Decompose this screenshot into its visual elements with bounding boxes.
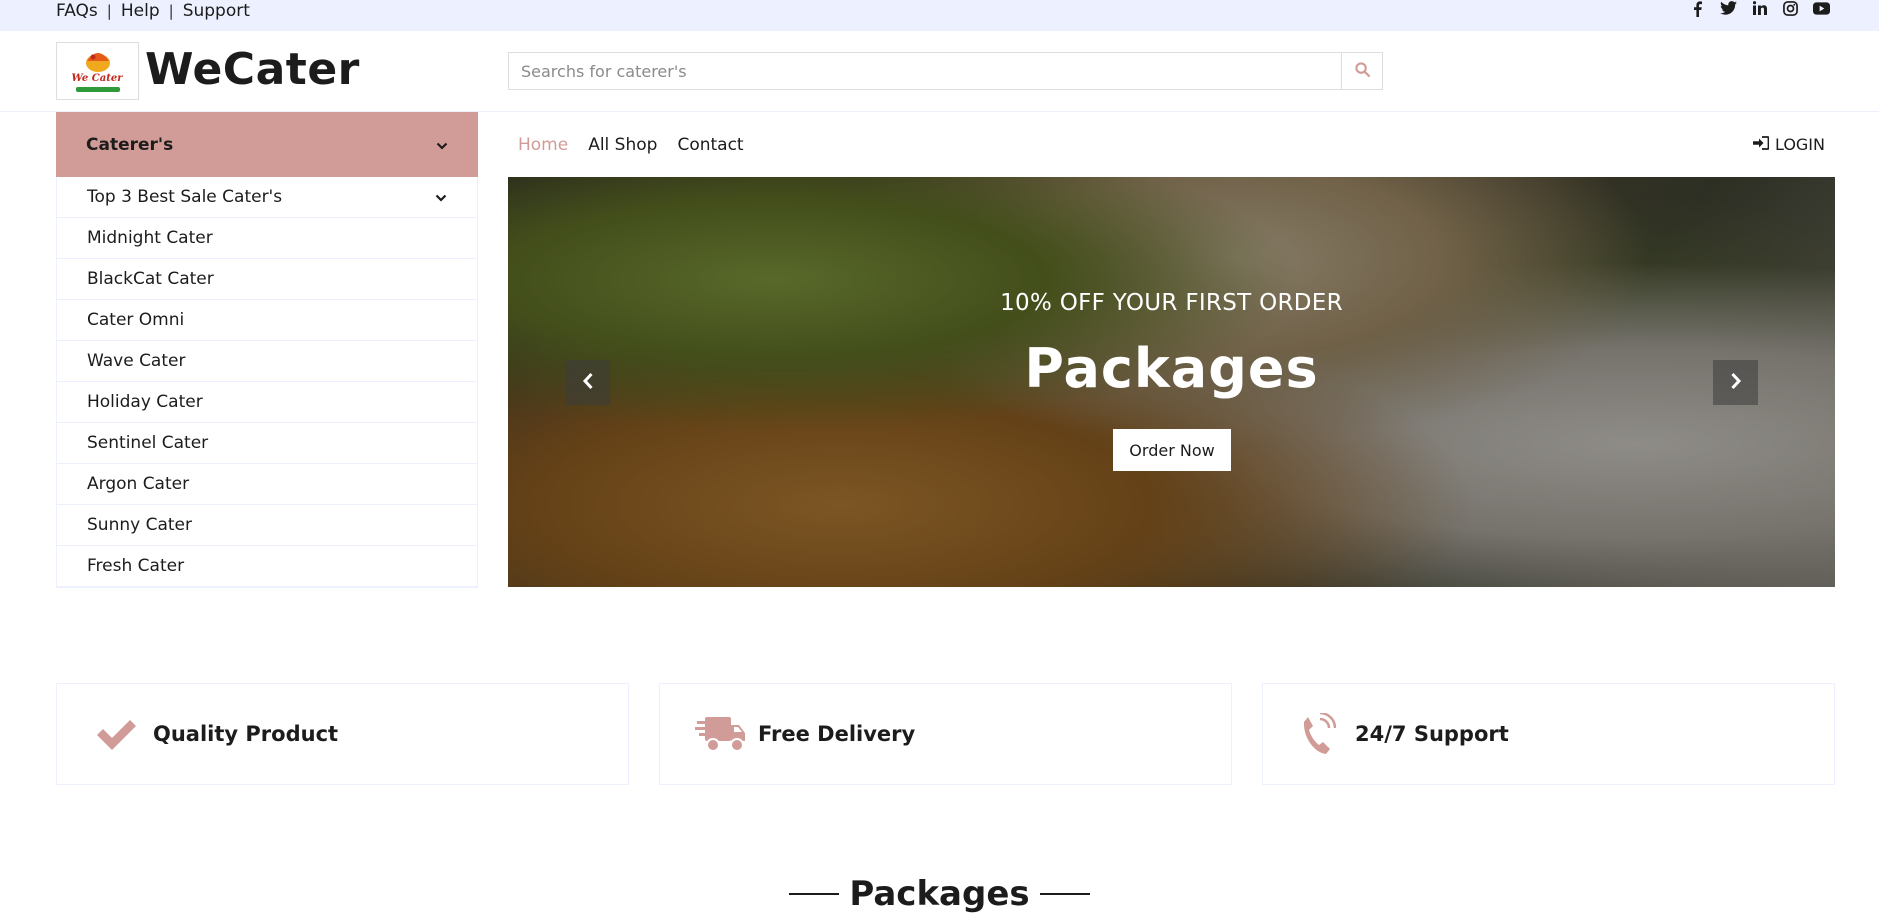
- nav-home-link[interactable]: Home: [518, 135, 568, 155]
- top-links: FAQs | Help | Support: [56, 0, 250, 21]
- separator: |: [106, 1, 112, 20]
- sidebar-item-label: Argon Cater: [87, 474, 190, 494]
- feature-label: Free Delivery: [758, 722, 916, 746]
- sidebar-title: Caterer's: [86, 134, 174, 155]
- feature-label: Quality Product: [153, 722, 339, 746]
- top-bar: FAQs | Help | Support: [0, 0, 1879, 31]
- header: We Cater WeCater: [0, 31, 1879, 112]
- sidebar-item-sentinel-cater[interactable]: Sentinel Cater: [57, 423, 477, 464]
- feature-free-delivery: Free Delivery: [659, 683, 1232, 785]
- brand-name[interactable]: WeCater: [145, 41, 360, 98]
- order-now-button[interactable]: Order Now: [1113, 429, 1231, 471]
- sign-in-icon: [1752, 135, 1770, 154]
- nav-links: Home All Shop Contact: [518, 112, 744, 177]
- separator: |: [168, 1, 174, 20]
- nav-contact-link[interactable]: Contact: [677, 135, 743, 155]
- sidebar-item-top-3-best-sale[interactable]: Top 3 Best Sale Cater's: [57, 177, 477, 218]
- sidebar-item-label: Fresh Cater: [87, 556, 185, 576]
- chevron-down-icon: [436, 135, 448, 155]
- sidebar-item-midnight-cater[interactable]: Midnight Cater: [57, 218, 477, 259]
- sidebar-item-label: Wave Cater: [87, 351, 186, 371]
- search-bar: [508, 52, 1383, 90]
- hero-subtitle: 10% OFF YOUR FIRST ORDER: [1000, 290, 1343, 316]
- sidebar-item-wave-cater[interactable]: Wave Cater: [57, 341, 477, 382]
- sidebar-item-cater-omni[interactable]: Cater Omni: [57, 300, 477, 341]
- chevron-down-icon: [435, 187, 447, 207]
- shipping-truck-icon: [690, 709, 752, 759]
- linkedin-icon[interactable]: [1744, 1, 1775, 21]
- caterer-category-toggle[interactable]: Caterer's: [56, 112, 478, 177]
- search-input[interactable]: [509, 53, 1341, 89]
- caterer-sidebar: Caterer's Top 3 Best Sale Cater's Midnig…: [56, 112, 478, 588]
- carousel-prev-button[interactable]: [565, 360, 610, 405]
- sidebar-item-label: BlackCat Cater: [87, 269, 214, 289]
- sidebar-item-label: Midnight Cater: [87, 228, 213, 248]
- feature-label: 24/7 Support: [1355, 722, 1509, 746]
- search-button[interactable]: [1341, 53, 1382, 89]
- heading-divider: [789, 893, 840, 895]
- sidebar-item-fresh-cater[interactable]: Fresh Cater: [57, 546, 477, 587]
- hero-caption: 10% OFF YOUR FIRST ORDER Packages Order …: [508, 177, 1835, 587]
- carousel-next-button[interactable]: [1713, 360, 1758, 405]
- logo-text: We Cater: [72, 73, 124, 84]
- chevron-right-icon: [1730, 372, 1742, 394]
- faqs-link[interactable]: FAQs: [56, 1, 98, 21]
- search-icon: [1354, 61, 1370, 81]
- social-links: [1682, 1, 1837, 21]
- feature-quality-product: Quality Product: [56, 683, 629, 785]
- sidebar-item-label: Sentinel Cater: [87, 433, 209, 453]
- sidebar-item-sunny-cater[interactable]: Sunny Cater: [57, 505, 477, 546]
- phone-icon: [1287, 709, 1349, 759]
- check-icon: [85, 709, 147, 759]
- sidebar-item-label: Holiday Cater: [87, 392, 203, 412]
- login-label: LOGIN: [1774, 135, 1825, 154]
- heading-divider: [1039, 893, 1090, 895]
- twitter-icon[interactable]: [1713, 1, 1744, 21]
- chevron-left-icon: [582, 372, 594, 394]
- youtube-icon[interactable]: [1806, 1, 1837, 21]
- section-title: Packages: [849, 874, 1030, 914]
- logo[interactable]: We Cater: [56, 42, 139, 100]
- nav-all-shop-link[interactable]: All Shop: [588, 135, 657, 155]
- hero-carousel: 10% OFF YOUR FIRST ORDER Packages Order …: [508, 177, 1835, 587]
- packages-section-heading: Packages: [0, 874, 1879, 914]
- sidebar-item-label: Top 3 Best Sale Cater's: [87, 187, 283, 207]
- hero-title: Packages: [1024, 337, 1319, 400]
- login-button[interactable]: LOGIN: [1752, 112, 1825, 177]
- sidebar-item-label: Sunny Cater: [87, 515, 192, 535]
- sidebar-item-label: Cater Omni: [87, 310, 185, 330]
- feature-support: 24/7 Support: [1262, 683, 1835, 785]
- sidebar-item-holiday-cater[interactable]: Holiday Cater: [57, 382, 477, 423]
- main-nav: Home All Shop Contact LOGIN: [508, 112, 1835, 177]
- sidebar-item-argon-cater[interactable]: Argon Cater: [57, 464, 477, 505]
- sidebar-item-blackcat-cater[interactable]: BlackCat Cater: [57, 259, 477, 300]
- help-link[interactable]: Help: [121, 1, 160, 21]
- instagram-icon[interactable]: [1775, 1, 1806, 21]
- facebook-icon[interactable]: [1682, 1, 1713, 21]
- caterer-list: Top 3 Best Sale Cater's Midnight Cater B…: [56, 177, 478, 588]
- support-link[interactable]: Support: [183, 1, 250, 21]
